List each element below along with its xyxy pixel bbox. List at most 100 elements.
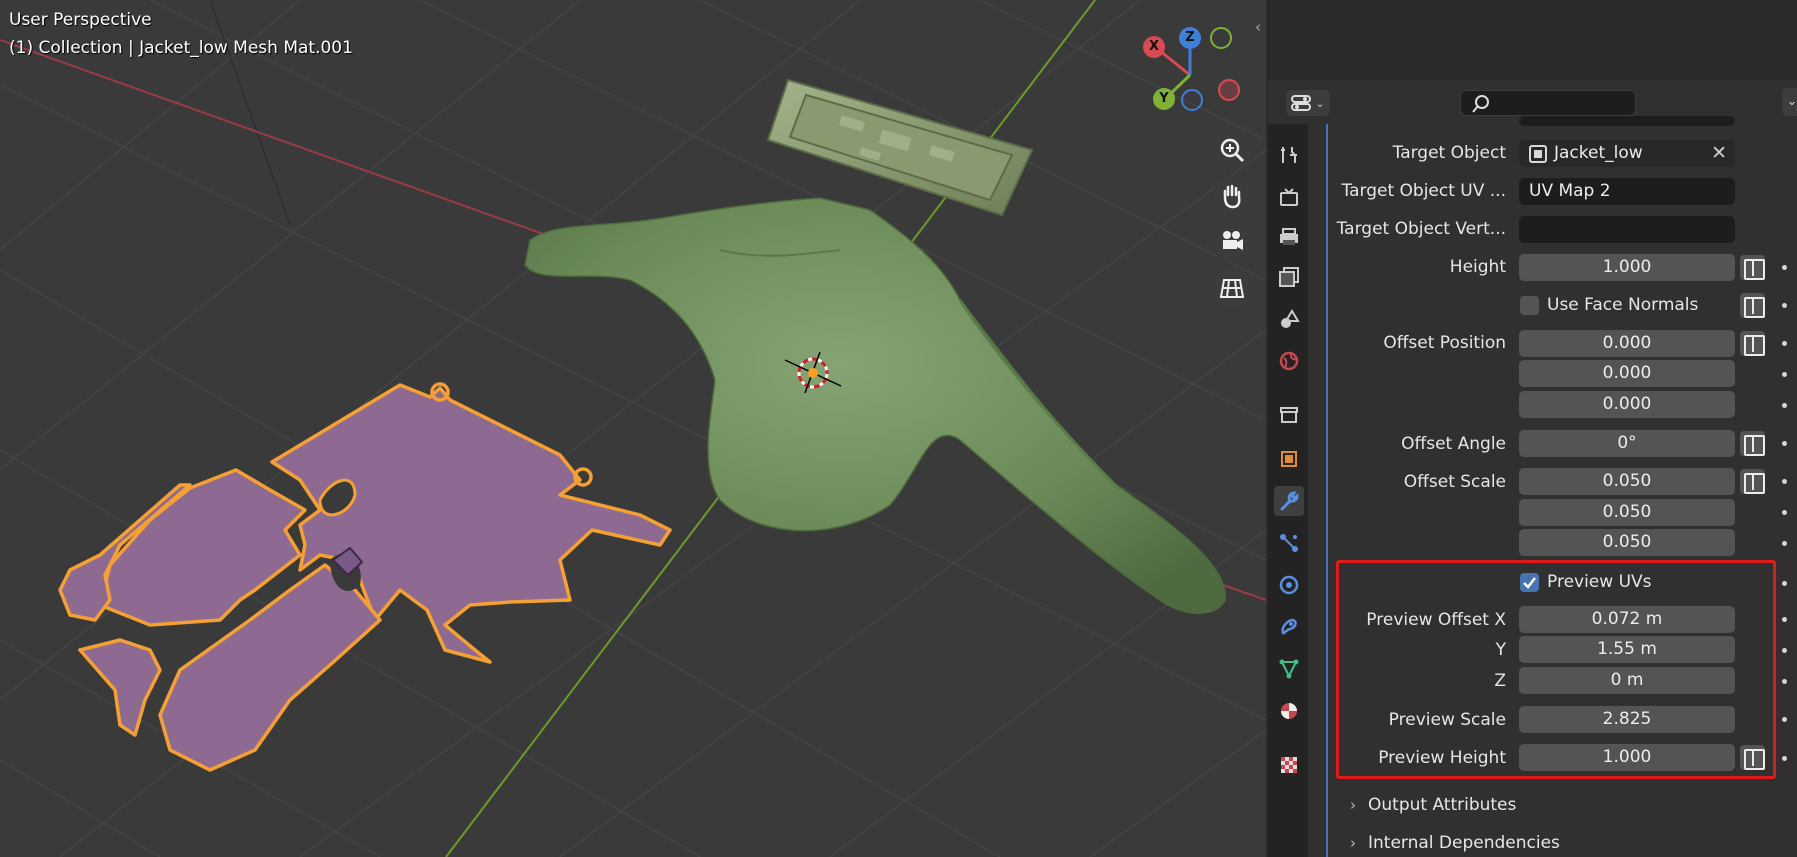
gizmo-y-axis[interactable]: Y (1153, 88, 1175, 110)
gizmo-x-axis[interactable]: X (1143, 36, 1165, 58)
target-vert-field[interactable] (1519, 216, 1735, 243)
gizmo-neg-y[interactable] (1210, 27, 1232, 49)
keyframe-dot[interactable] (1782, 341, 1787, 346)
offset-position-y-field[interactable]: 0.000 (1519, 360, 1735, 387)
gizmo-neg-z[interactable] (1181, 89, 1203, 111)
search-icon (1472, 95, 1489, 113)
navigation-gizmo[interactable]: X Z Y (1135, 25, 1240, 115)
preview-height-field[interactable]: 1.000 (1519, 744, 1735, 771)
keyframe-dot[interactable] (1782, 541, 1787, 546)
jacket-object (524, 197, 1226, 614)
offset-position-z-field[interactable]: 0.000 (1519, 391, 1735, 418)
preview-offset-y-label: Y (1495, 640, 1506, 660)
scene-tab-icon[interactable] (1274, 304, 1304, 334)
search-input[interactable] (1460, 90, 1636, 116)
gizmo-z-axis[interactable]: Z (1179, 27, 1201, 49)
target-uv-field[interactable]: UV Map 2 (1519, 178, 1735, 205)
keyframe-dot[interactable] (1782, 510, 1787, 515)
chevron-left-icon[interactable]: ‹ (1255, 18, 1265, 38)
chevron-down-icon[interactable]: ⌄ (1782, 88, 1797, 116)
grid-ortho-icon[interactable] (1212, 268, 1252, 308)
preview-offset-y-field[interactable]: 1.55 m (1519, 636, 1735, 663)
socket-toggle-icon[interactable] (1740, 331, 1765, 356)
offset-scale-z-field[interactable]: 0.050 (1519, 529, 1735, 556)
keyframe-dot[interactable] (1782, 303, 1787, 308)
target-object-label: Target Object (1392, 143, 1506, 163)
keyframe-dot[interactable] (1782, 648, 1787, 653)
properties-editor-icon (1291, 95, 1312, 111)
height-label: Height (1449, 257, 1506, 277)
preview-scale-field[interactable]: 2.825 (1519, 706, 1735, 733)
output-tab-icon[interactable] (1274, 222, 1304, 252)
keyframe-dot[interactable] (1782, 372, 1787, 377)
use-face-normals-checkbox[interactable] (1520, 296, 1539, 315)
properties-top-area (1268, 0, 1797, 80)
subpanel-output-attributes-label: Output Attributes (1368, 795, 1517, 815)
preview-offset-x-label: Preview Offset X (1366, 610, 1506, 630)
keyframe-dot[interactable] (1782, 479, 1787, 484)
keyframe-dot[interactable] (1782, 441, 1787, 446)
offset-position-x-field[interactable]: 0.000 (1519, 330, 1735, 357)
mesh-object-icon (1529, 145, 1547, 163)
viewport-scene[interactable] (0, 0, 1266, 857)
subpanel-internal-dependencies[interactable]: › Internal Dependencies (1350, 833, 1560, 857)
modifier-wrench-icon[interactable] (1274, 486, 1304, 516)
keyframe-dot[interactable] (1782, 679, 1787, 684)
height-field[interactable]: 1.000 (1519, 254, 1735, 281)
preview-offset-z-field[interactable]: 0 m (1519, 667, 1735, 694)
camera-icon[interactable] (1212, 222, 1252, 262)
socket-toggle-icon[interactable] (1740, 293, 1765, 318)
socket-toggle-icon[interactable] (1740, 745, 1765, 770)
properties-editor: ⌄ ⌄ Target Object Jacket_low ✕ Target Ob… (1268, 0, 1797, 857)
keyframe-dot[interactable] (1782, 265, 1787, 270)
render-tab-icon[interactable] (1274, 182, 1304, 212)
view-perspective-label: User Perspective (9, 10, 152, 30)
particles-tab-icon[interactable] (1274, 528, 1304, 558)
view-layer-tab-icon[interactable] (1274, 262, 1304, 292)
chevron-down-icon: ⌄ (1315, 96, 1325, 110)
chevron-right-icon: › (1350, 834, 1356, 852)
tool-tab-icon[interactable] (1274, 140, 1304, 170)
keyframe-dot[interactable] (1782, 617, 1787, 622)
physics-tab-icon[interactable] (1274, 570, 1304, 600)
preview-height-label: Preview Height (1378, 748, 1506, 768)
data-tab-icon[interactable] (1274, 654, 1304, 684)
preview-offset-x-field[interactable]: 0.072 m (1519, 606, 1735, 633)
socket-toggle-icon[interactable] (1740, 431, 1765, 456)
socket-toggle-icon[interactable] (1740, 255, 1765, 280)
texture-tab-icon[interactable] (1274, 750, 1304, 780)
3d-viewport[interactable]: User Perspective (1) Collection | Jacket… (0, 0, 1266, 857)
pan-hand-icon[interactable] (1212, 176, 1252, 216)
preview-uvs-checkbox[interactable] (1520, 573, 1539, 592)
x-axis-line (0, 39, 561, 241)
gizmo-neg-x[interactable] (1218, 79, 1240, 101)
object-tab-icon[interactable] (1274, 444, 1304, 474)
keyframe-dot[interactable] (1782, 756, 1787, 761)
editor-type-button[interactable]: ⌄ (1286, 90, 1330, 116)
clipped-field (1519, 116, 1735, 126)
keyframe-dot[interactable] (1782, 717, 1787, 722)
zoom-icon[interactable] (1212, 130, 1252, 170)
target-object-field[interactable]: Jacket_low ✕ (1519, 140, 1735, 167)
constraints-tab-icon[interactable] (1274, 612, 1304, 642)
preview-uvs-label: Preview UVs (1547, 572, 1652, 592)
offset-angle-label: Offset Angle (1401, 434, 1506, 454)
preview-scale-label: Preview Scale (1388, 710, 1506, 730)
offset-scale-x-field[interactable]: 0.050 (1519, 468, 1735, 495)
keyframe-dot[interactable] (1782, 581, 1787, 586)
target-vert-label: Target Object Vert... (1336, 219, 1506, 239)
world-tab-icon[interactable] (1274, 346, 1304, 376)
collection-tab-icon[interactable] (1274, 400, 1304, 430)
preview-offset-z-label: Z (1494, 671, 1506, 691)
offset-scale-y-field[interactable]: 0.050 (1519, 499, 1735, 526)
offset-position-label: Offset Position (1383, 333, 1506, 353)
plate-object (766, 78, 1034, 217)
offset-angle-field[interactable]: 0° (1519, 430, 1735, 457)
offset-scale-label: Offset Scale (1403, 472, 1506, 492)
target-uv-label: Target Object UV ... (1341, 181, 1506, 201)
close-icon[interactable]: ✕ (1711, 140, 1727, 167)
material-tab-icon[interactable] (1274, 696, 1304, 726)
keyframe-dot[interactable] (1782, 403, 1787, 408)
subpanel-output-attributes[interactable]: › Output Attributes (1350, 795, 1516, 823)
socket-toggle-icon[interactable] (1740, 469, 1765, 494)
